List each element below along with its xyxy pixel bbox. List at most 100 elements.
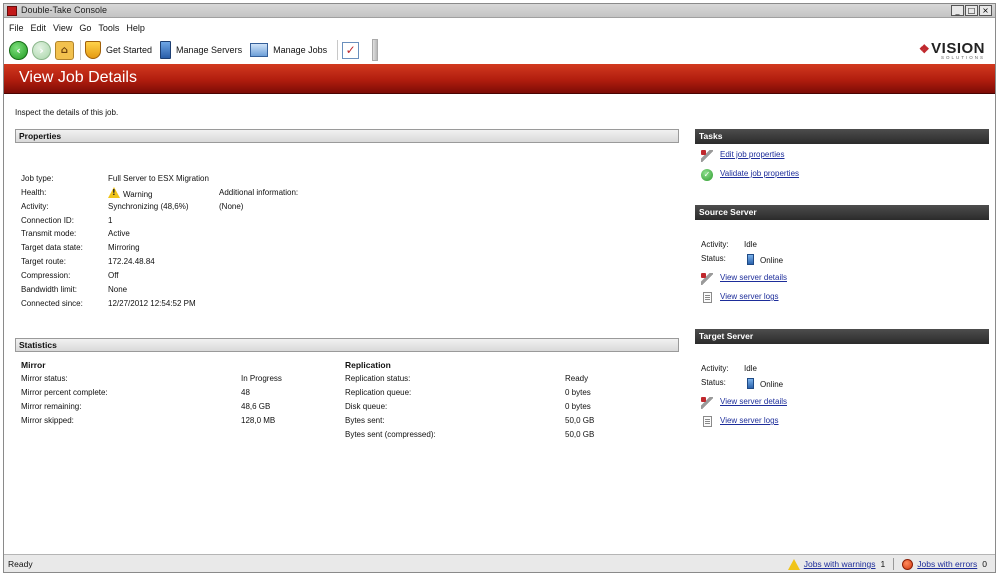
properties-header: Properties: [15, 129, 679, 143]
source-status-label: Status:: [701, 254, 726, 263]
get-started-button[interactable]: Get Started: [85, 41, 152, 59]
additional-info-label: Additional information:: [219, 188, 299, 197]
replication-stat-value: 50,0 GB: [565, 416, 595, 425]
replication-stat-label: Replication status:: [345, 374, 411, 383]
replication-stat-value: Ready: [565, 374, 589, 383]
menu-help[interactable]: Help: [126, 23, 145, 33]
property-value: 172.24.48.84: [108, 257, 155, 266]
maximize-button[interactable]: □: [965, 5, 978, 16]
checklist-icon: ✓: [342, 41, 360, 59]
property-value: Active: [108, 229, 130, 238]
source-activity-value: Idle: [744, 240, 757, 249]
toolbar-grip[interactable]: [372, 39, 379, 61]
log-icon: [703, 416, 712, 427]
jobs-with-errors-link[interactable]: Jobs with errors: [917, 559, 977, 569]
jobs-with-warnings-link[interactable]: Jobs with warnings: [804, 559, 876, 569]
replication-stat-label: Disk queue:: [345, 402, 388, 411]
server-icon: [160, 41, 172, 59]
property-label: Transmit mode:: [21, 229, 77, 238]
property-label: Activity:: [21, 202, 49, 211]
mirror-stat-value: In Progress: [241, 374, 282, 383]
source-server-header: Source Server: [695, 205, 989, 220]
toolbar-separator: [337, 40, 339, 60]
vision-logo: ❖VISION SOLUTIONS: [919, 40, 985, 60]
replication-stat-value: 50,0 GB: [565, 430, 595, 439]
property-value: 1: [108, 216, 113, 225]
manage-servers-label: Manage Servers: [176, 45, 243, 55]
wrench-icon: [701, 273, 713, 285]
log-icon: [703, 292, 712, 303]
source-view-server-details-link[interactable]: View server details: [720, 273, 787, 282]
target-view-server-logs-link[interactable]: View server logs: [720, 416, 779, 425]
warning-icon: [108, 187, 120, 198]
property-value: Synchronizing (48,6%): [108, 202, 189, 211]
status-text: Ready: [8, 559, 33, 569]
mirror-stat-label: Mirror status:: [21, 374, 68, 383]
menu-edit[interactable]: Edit: [31, 23, 47, 33]
edit-job-properties-link[interactable]: Edit job properties: [720, 150, 784, 159]
source-view-server-logs-link[interactable]: View server logs: [720, 292, 779, 301]
manage-servers-button[interactable]: Manage Servers: [160, 41, 242, 59]
manage-jobs-button[interactable]: Manage Jobs: [250, 43, 327, 57]
wrench-icon: [701, 150, 713, 162]
mirror-stat-value: 48,6 GB: [241, 402, 271, 411]
server-status-icon: [747, 254, 754, 265]
shield-icon: [85, 41, 101, 59]
target-status-value: Online: [747, 378, 783, 389]
app-icon: [7, 6, 17, 16]
window-controls: _ □ ×: [951, 5, 992, 16]
source-activity-label: Activity:: [701, 240, 729, 249]
title-bar: Double-Take Console _ □ ×: [4, 4, 995, 18]
menu-view[interactable]: View: [53, 23, 72, 33]
property-label: Compression:: [21, 271, 71, 280]
page-title: View Job Details: [19, 69, 137, 86]
toolbar-separator: [80, 40, 81, 60]
app-window: Double-Take Console _ □ × File Edit View…: [3, 3, 996, 573]
mirror-stat-label: Mirror percent complete:: [21, 388, 108, 397]
minimize-button[interactable]: _: [951, 5, 964, 16]
home-icon[interactable]: ⌂: [55, 40, 74, 60]
property-label: Target data state:: [21, 243, 83, 252]
tasks-header: Tasks: [695, 129, 989, 144]
replication-stat-label: Bytes sent:: [345, 416, 385, 425]
target-activity-label: Activity:: [701, 364, 729, 373]
property-label: Bandwidth limit:: [21, 285, 78, 294]
mirror-stat-value: 48: [241, 388, 250, 397]
forward-arrow-icon[interactable]: ›: [32, 40, 51, 60]
replication-stat-value: 0 bytes: [565, 388, 591, 397]
manage-jobs-label: Manage Jobs: [273, 45, 328, 55]
property-label: Job type:: [21, 174, 54, 183]
health-text: Warning: [123, 190, 153, 199]
target-status-label: Status:: [701, 378, 726, 387]
mirror-stat-label: Mirror skipped:: [21, 416, 74, 425]
menu-go[interactable]: Go: [79, 23, 91, 33]
property-value: Off: [108, 271, 119, 280]
replication-stat-label: Bytes sent (compressed):: [345, 430, 436, 439]
statistics-header: Statistics: [15, 338, 679, 352]
status-separator: [893, 558, 895, 570]
property-value: Full Server to ESX Migration: [108, 174, 209, 183]
target-activity-value: Idle: [744, 364, 757, 373]
menu-tools[interactable]: Tools: [98, 23, 119, 33]
close-button[interactable]: ×: [979, 5, 992, 16]
main-content: Inspect the details of this job. Propert…: [4, 95, 995, 556]
wrench-icon: [701, 397, 713, 409]
validate-job-properties-link[interactable]: Validate job properties: [720, 169, 799, 178]
server-status-icon: [747, 378, 754, 389]
check-circle-icon: ✓: [701, 169, 713, 181]
mirror-stat-value: 128,0 MB: [241, 416, 276, 425]
menu-file[interactable]: File: [9, 23, 24, 33]
get-started-label: Get Started: [106, 45, 153, 55]
jobs-with-errors-count: 0: [982, 559, 987, 569]
replication-stat-label: Replication queue:: [345, 388, 412, 397]
back-arrow-icon[interactable]: ‹: [9, 40, 28, 60]
monitor-icon: [250, 43, 269, 57]
status-bar: Ready Jobs with warnings 1 Jobs with err…: [4, 554, 995, 572]
mirror-stat-label: Mirror remaining:: [21, 402, 82, 411]
target-view-server-details-link[interactable]: View server details: [720, 397, 787, 406]
health-value: Warning: [108, 187, 153, 199]
window-title: Double-Take Console: [21, 5, 108, 15]
additional-info-value: (None): [219, 202, 244, 211]
status-job-summary: Jobs with warnings 1 Jobs with errors 0: [787, 558, 987, 570]
checklist-button[interactable]: ✓: [342, 41, 364, 59]
